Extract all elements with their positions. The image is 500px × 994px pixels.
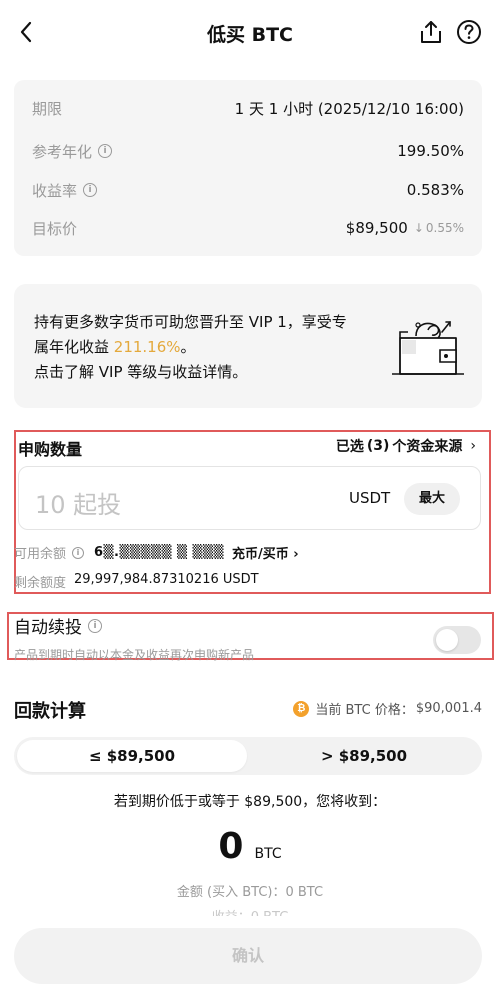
- info-row-target: 目标价 $89,500 ↓ 0.55%: [32, 216, 464, 240]
- auto-reinvest-toggle[interactable]: [433, 626, 481, 654]
- vip-line-2: 属年化收益 211.16%。: [34, 335, 374, 360]
- info-icon[interactable]: i: [83, 183, 98, 197]
- btc-coin-icon: ₿: [293, 700, 310, 717]
- current-price-row: ₿ 当前 BTC 价格： $90,001.4: [293, 699, 482, 718]
- available-balance-value: 6▒.▒▒▒▒▒ ▒ ▒▒▒: [94, 545, 225, 560]
- scenario-tabs: ≤ $89,500 > $89,500: [14, 737, 482, 775]
- tab-above-target[interactable]: > $89,500: [249, 740, 479, 772]
- wallet-icon: [392, 321, 464, 375]
- vip-promo-card[interactable]: 持有更多数字货币可助您晋升至 VIP 1，享受专 属年化收益 211.16%。 …: [14, 284, 482, 408]
- available-balance-row: 可用余额 i 6▒.▒▒▒▒▒ ▒ ▒▒▒ 充币/买币 ›: [14, 543, 299, 562]
- vip-line-2-suffix: 。: [180, 338, 196, 356]
- apr-label: 参考年化: [32, 142, 93, 161]
- help-icon[interactable]: [456, 19, 482, 45]
- auto-reinvest-label: 自动续投: [14, 618, 82, 638]
- vip-line-1: 持有更多数字货币可助您晋升至 VIP 1，享受专: [34, 313, 347, 331]
- source-suffix: 个资金来源: [392, 439, 463, 455]
- amount-input[interactable]: 10 起投 USDT 最大: [18, 466, 481, 530]
- apr-label-wrap: 参考年化 i: [32, 141, 113, 162]
- deposit-buy-link[interactable]: 充币/买币 ›: [232, 543, 299, 562]
- vip-line-2-prefix: 属年化收益: [34, 338, 114, 356]
- vip-promo-text: 持有更多数字货币可助您晋升至 VIP 1，享受专 属年化收益 211.16%。 …: [34, 310, 374, 385]
- info-row-yield: 收益率 i 0.583%: [32, 178, 464, 202]
- chevron-right-icon: ›: [470, 438, 476, 454]
- target-value-wrap: $89,500 ↓ 0.55%: [346, 219, 464, 237]
- share-icon[interactable]: [418, 19, 444, 45]
- remaining-value: 29,997,984.87310216 USDT: [74, 572, 259, 587]
- subscribe-amount-label: 申购数量: [18, 440, 83, 459]
- yield-label: 收益率: [32, 181, 78, 200]
- term-label: 期限: [32, 99, 63, 118]
- yield-label-wrap: 收益率 i: [32, 180, 98, 201]
- source-prefix: 已选: [335, 439, 364, 455]
- info-row-apr: 参考年化 i 199.50%: [32, 139, 464, 163]
- apr-value: 199.50%: [397, 142, 464, 160]
- target-price: $89,500: [345, 219, 408, 237]
- amount-unit: USDT: [349, 489, 391, 507]
- deposit-buy-label: 充币/买币: [232, 547, 289, 562]
- payout-calc-title: 回款计算: [14, 701, 86, 722]
- target-change: 0.55%: [425, 221, 464, 235]
- amount-placeholder: 10 起投: [35, 491, 122, 519]
- remaining-label: 剩余额度: [14, 576, 67, 591]
- info-icon[interactable]: i: [72, 546, 85, 559]
- term-value: 1 天 1 小时 (2025/12/10 16:00): [234, 99, 464, 118]
- amount-buy-line: 金额 (买入 BTC)：0 BTC: [176, 885, 324, 900]
- fund-source-selector[interactable]: 已选 (3) 个资金来源 ›: [336, 436, 476, 456]
- toggle-knob: [436, 629, 458, 651]
- result-unit: BTC: [254, 846, 282, 862]
- result-value: 0: [218, 826, 244, 867]
- tab-below-target[interactable]: ≤ $89,500: [17, 740, 247, 772]
- auto-reinvest-label-wrap: 自动续投 i: [14, 613, 102, 638]
- vip-apr-highlight: 211.16%: [113, 338, 181, 356]
- max-button[interactable]: 最大: [404, 483, 460, 515]
- header: 低买 BTC: [0, 0, 500, 64]
- result-amount: 0 BTC: [0, 826, 500, 867]
- remaining-quota-row: 剩余额度 29,997,984.87310216 USDT: [14, 572, 259, 591]
- info-icon[interactable]: i: [98, 144, 113, 158]
- arrow-down-icon: ↓: [413, 221, 424, 235]
- vip-line-3: 点击了解 VIP 等级与收益详情。: [34, 363, 248, 381]
- product-info-card: 期限 1 天 1 小时 (2025/12/10 16:00) 参考年化 i 19…: [14, 80, 482, 256]
- auto-reinvest-description: 产品到期时自动以本金及收益再次申购新产品: [14, 648, 255, 662]
- info-icon[interactable]: i: [88, 618, 102, 633]
- yield-value: 0.583%: [406, 181, 464, 199]
- income-line: 收益：0 BTC: [0, 906, 500, 916]
- receive-note: 若到期价低于或等于 $89,500，您将收到：: [113, 794, 387, 810]
- source-count: (3): [366, 438, 390, 454]
- current-price-value: $90,001.4: [415, 701, 482, 716]
- info-row-term: 期限 1 天 1 小时 (2025/12/10 16:00): [32, 96, 464, 120]
- confirm-button[interactable]: 确认: [14, 928, 482, 984]
- target-label: 目标价: [32, 219, 78, 238]
- available-label: 可用余额: [14, 547, 67, 562]
- current-price-label: 当前 BTC 价格：: [315, 703, 414, 718]
